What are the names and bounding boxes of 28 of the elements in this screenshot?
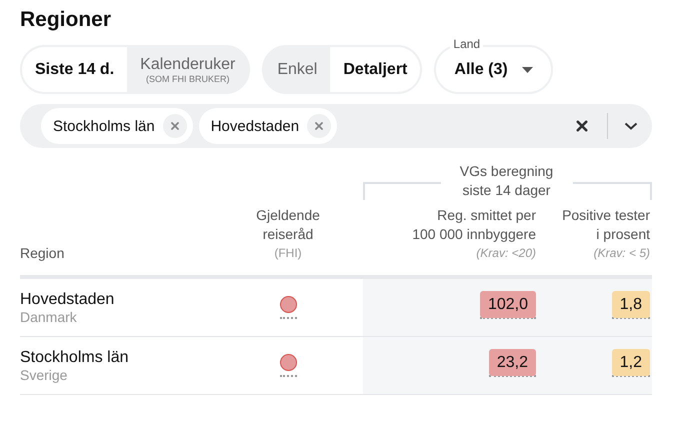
field-label: Land	[450, 37, 484, 51]
column-header: Gjeldende reiseråd	[255, 206, 321, 244]
region-name: Stockholms län	[20, 348, 128, 366]
column-note: (Krav: < 5)	[594, 245, 650, 262]
chip-label: Hovedstaden	[210, 118, 300, 134]
value-badge: 1,8	[612, 291, 650, 318]
column-note: (FHI)	[274, 245, 302, 262]
value-badge: 1,2	[612, 349, 650, 376]
column-note: (Krav: <20)	[476, 245, 536, 262]
region-filter[interactable]: Stockholms län Hovedstaden	[20, 104, 652, 148]
country-name: Danmark	[20, 308, 77, 324]
dropdown-value: Alle (3)	[454, 60, 508, 78]
chevron-down-icon[interactable]	[624, 122, 638, 130]
value-badge: 23,2	[488, 349, 536, 376]
group-header: VGs beregning siste 14 dager	[458, 162, 554, 200]
page-title: Regioner	[20, 8, 112, 32]
column-header: Positive tester i prosent	[561, 206, 650, 244]
period-option[interactable]: Siste 14 d.	[22, 47, 128, 92]
column-header: Reg. smittet per 100 000 innbyggere	[412, 206, 536, 244]
remove-icon[interactable]	[162, 114, 187, 138]
caret-icon	[522, 66, 533, 72]
value-badge: 102,0	[480, 291, 536, 318]
region-name: Hovedstaden	[20, 290, 114, 308]
view-option[interactable]: Detaljert	[330, 47, 420, 92]
column-header: Region	[20, 244, 66, 263]
remove-icon[interactable]	[307, 114, 332, 138]
country-name: Sverige	[20, 366, 68, 382]
chip-label: Stockholms län	[53, 118, 155, 134]
